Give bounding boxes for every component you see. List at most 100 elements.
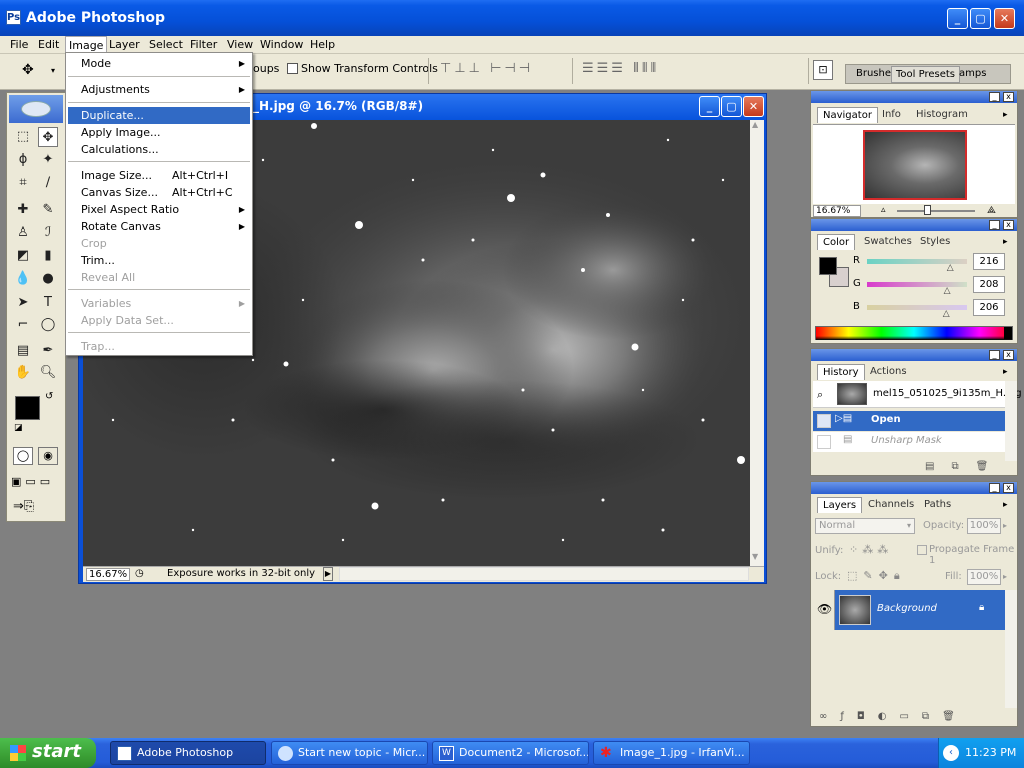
tab-navigator[interactable]: Navigator [817, 107, 878, 123]
history-item-open[interactable]: ▷▤ Open [813, 411, 1005, 431]
close-button[interactable]: ✕ [994, 8, 1015, 29]
hand-tool-icon[interactable]: ✋ [13, 363, 33, 383]
default-colors-icon[interactable]: ◪ [14, 423, 23, 433]
task-adobe-photoshop[interactable]: Adobe Photoshop [110, 741, 266, 765]
ellipse-tool-icon[interactable]: ◯ [38, 315, 58, 335]
layers-scrollbar[interactable] [1005, 590, 1017, 708]
menu-item-variables[interactable]: Variables ▶ [68, 295, 250, 312]
magic-wand-tool-icon[interactable]: ✦ [38, 150, 58, 170]
propagate-checkbox[interactable] [917, 545, 927, 555]
menu-item-calculations[interactable]: Calculations... [68, 141, 250, 158]
standard-mode-icon[interactable]: ◯ [13, 447, 33, 465]
chevron-down-icon[interactable]: ▾ [51, 66, 55, 75]
palette-title-bar[interactable]: _ x [811, 219, 1017, 231]
tab-actions[interactable]: Actions [865, 364, 912, 380]
tab-info[interactable]: Info [877, 107, 906, 123]
photoshop-app-icon[interactable]: Ps [6, 10, 21, 25]
toolbox-header[interactable] [9, 95, 63, 123]
zoom-tool-icon[interactable]: 🔍︎ [38, 363, 58, 383]
tab-history[interactable]: History [817, 364, 865, 380]
doc-minimize-button[interactable]: _ [699, 96, 720, 117]
menu-item-mode[interactable]: Mode ▶ [68, 55, 250, 72]
navigator-preview[interactable] [813, 124, 1015, 204]
palette-close-button[interactable]: x [1003, 483, 1014, 493]
type-tool-icon[interactable]: T [38, 293, 58, 313]
blend-mode-select[interactable]: Normal ▾ [815, 518, 915, 534]
palette-title-bar[interactable]: _ x [811, 349, 1017, 361]
zoom-slider[interactable] [897, 210, 975, 212]
palette-close-button[interactable]: x [1003, 220, 1014, 230]
menu-select[interactable]: Select [146, 38, 186, 52]
palette-tab-brushes[interactable]: Brushe [856, 68, 891, 79]
palette-menu-icon[interactable]: ▸ [1003, 367, 1008, 377]
history-brush-tool-icon[interactable]: ℐ [38, 223, 58, 243]
swap-colors-icon[interactable]: ↺ [45, 391, 53, 402]
pen-tool-icon[interactable]: ⌐ [13, 315, 33, 335]
clone-stamp-tool-icon[interactable]: ♙ [13, 223, 33, 243]
dodge-tool-icon[interactable]: ● [38, 269, 58, 289]
menu-item-apply-data-set[interactable]: Apply Data Set... [68, 312, 250, 329]
history-brush-source-icon[interactable]: ⌕ [817, 388, 823, 402]
task-document2[interactable]: W Document2 - Microsof... [432, 741, 589, 765]
eyedropper-tool-icon[interactable]: ✒ [38, 341, 58, 361]
align-buttons-icon[interactable]: ⊤⊥⊥ ⊢⊣⊣ [440, 61, 533, 76]
menu-item-pixel-aspect-ratio[interactable]: Pixel Aspect Ratio ▶ [68, 201, 250, 218]
g-slider-track[interactable] [867, 282, 967, 287]
palette-close-button[interactable]: x [1003, 350, 1014, 360]
menu-item-canvas-size[interactable]: Canvas Size... Alt+Ctrl+C [68, 184, 250, 201]
r-value-field[interactable]: 216 [973, 253, 1005, 270]
jump-to-imageready-icon[interactable]: ⇒⎘ [13, 499, 57, 517]
b-slider-thumb[interactable]: △ [943, 309, 950, 319]
eye-icon[interactable]: 👁︎ [817, 602, 832, 616]
blur-tool-icon[interactable]: 💧 [13, 269, 33, 289]
start-button[interactable]: start [0, 738, 96, 768]
navigator-zoom-field[interactable]: 16.67% [813, 205, 861, 217]
horizontal-scrollbar[interactable] [339, 567, 749, 581]
task-irfanview[interactable]: ✱ Image_1.jpg - IrfanVi... [593, 741, 750, 765]
foreground-color-swatch[interactable] [819, 257, 837, 275]
g-slider-thumb[interactable]: △ [944, 286, 951, 296]
lock-icons[interactable]: ⬚✎✥🔒︎ [847, 569, 906, 583]
menu-view[interactable]: View [224, 38, 256, 52]
g-value-field[interactable]: 208 [973, 276, 1005, 293]
history-brush-checkbox[interactable] [817, 414, 831, 428]
b-slider-track[interactable] [867, 305, 967, 310]
navigator-thumbnail[interactable] [863, 130, 967, 200]
menu-item-duplicate[interactable]: Duplicate... [68, 107, 250, 124]
layer-row-background[interactable]: 👁︎ Background 🔒︎ [813, 590, 1005, 630]
palette-menu-icon[interactable]: ▸ [1003, 500, 1008, 510]
show-transform-controls-checkbox[interactable] [287, 63, 298, 74]
menu-layer[interactable]: Layer [106, 38, 143, 52]
foreground-color-swatch[interactable] [15, 396, 40, 420]
menu-help[interactable]: Help [307, 38, 338, 52]
clock[interactable]: 11:23 PM [965, 746, 1016, 759]
zoom-field[interactable]: 16.67% [86, 568, 130, 581]
healing-brush-tool-icon[interactable]: ✚ [13, 200, 33, 220]
status-menu-arrow-icon[interactable]: ▶ [323, 567, 333, 581]
tab-paths[interactable]: Paths [919, 497, 956, 513]
palette-minimize-button[interactable]: _ [989, 350, 1000, 360]
tab-layers[interactable]: Layers [817, 497, 863, 513]
screen-mode-icons[interactable]: ▣▭▭ [11, 475, 63, 491]
palette-menu-icon[interactable]: ▸ [1003, 110, 1008, 120]
doc-close-button[interactable]: ✕ [743, 96, 764, 117]
menu-item-trap[interactable]: Trap... [68, 338, 250, 355]
minimize-button[interactable]: _ [947, 8, 968, 29]
menu-item-crop[interactable]: Crop [68, 235, 250, 252]
status-info-icon[interactable]: ◷ [135, 568, 144, 579]
r-slider-thumb[interactable]: △ [947, 263, 954, 273]
zoom-out-icon[interactable]: ▵ [881, 205, 886, 215]
menu-edit[interactable]: Edit [35, 38, 62, 52]
b-value-field[interactable]: 206 [973, 299, 1005, 316]
layer-visibility-cell[interactable]: 👁︎ [813, 590, 835, 630]
history-snapshot-row[interactable]: ⌕ mel15_051025_9i135m_H.jpg [813, 381, 1022, 408]
notes-tool-icon[interactable]: ▤ [13, 341, 33, 361]
show-hidden-icons-chevron-icon[interactable]: ‹ [943, 745, 959, 761]
layer-action-icons[interactable]: ∞ƒ◘◐▭⧉🗑︎ [819, 711, 968, 722]
opacity-field[interactable]: 100% [967, 518, 1001, 534]
tab-channels[interactable]: Channels [863, 497, 919, 513]
menu-file[interactable]: File [7, 38, 31, 52]
fill-arrow-icon[interactable]: ▸ [1003, 572, 1007, 581]
palette-minimize-button[interactable]: _ [989, 220, 1000, 230]
menu-item-apply-image[interactable]: Apply Image... [68, 124, 250, 141]
